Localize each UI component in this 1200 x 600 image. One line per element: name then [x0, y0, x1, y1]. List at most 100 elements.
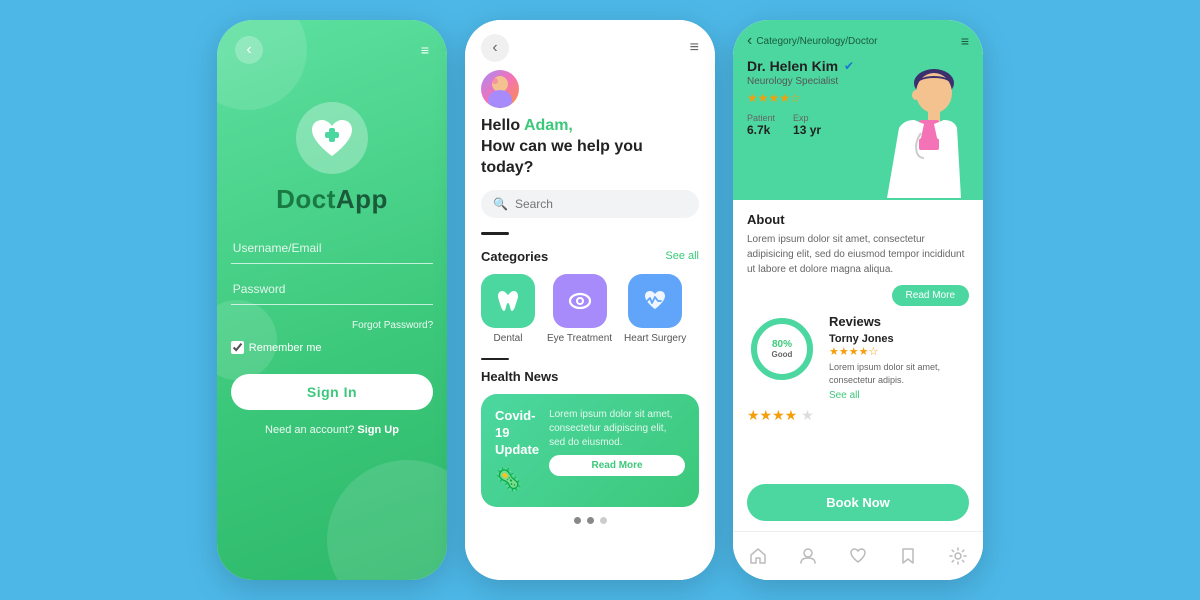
categories-header: Categories See all: [481, 249, 699, 264]
dot-2: [587, 517, 594, 524]
progress-label: Good: [772, 350, 793, 359]
login-screen: ‹ ≡ DoctApp Forgot Password?: [217, 20, 447, 580]
remember-row: Remember me: [231, 341, 433, 354]
categories-title: Categories: [481, 249, 548, 264]
review-text: Lorem ipsum dolor sit amet, consectetur …: [829, 361, 969, 386]
logo-heart: [296, 102, 368, 174]
nav-heart[interactable]: [842, 540, 874, 572]
verified-badge: ✔: [844, 59, 854, 73]
search-input[interactable]: [515, 197, 687, 211]
progress-text: 80% Good: [772, 339, 793, 359]
home-header: ‹ ≡: [465, 20, 715, 70]
greeting-area: Hello Adam, How can we help you today?: [481, 116, 699, 178]
doctor-illustration: [879, 58, 969, 198]
back-button[interactable]: ‹: [235, 36, 263, 64]
search-icon: 🔍: [493, 197, 508, 211]
greeting-sub: How can we help you today?: [481, 138, 643, 176]
bookmark-icon: [899, 547, 917, 565]
book-now-button[interactable]: Book Now: [747, 484, 969, 521]
greeting-prefix: Hello: [481, 117, 524, 134]
dental-icon: [481, 274, 535, 328]
doctor-stats: Patient 6.7k Exp 13 yr: [747, 113, 854, 137]
deco-circle-1: [217, 20, 307, 110]
exp-label: Exp: [793, 113, 821, 123]
password-input[interactable]: [231, 274, 433, 305]
doctor-stars: ★★★★☆: [747, 91, 854, 105]
heart-pulse-icon: [641, 287, 669, 315]
patient-value: 6.7k: [747, 123, 775, 137]
nav-settings[interactable]: [942, 540, 974, 572]
phone-doctor: ‹ Category/Neurology/Doctor ≡ Dr. Helen …: [733, 20, 983, 580]
categories-row: Dental Eye Treatment: [481, 274, 699, 344]
doctor-specialty: Neurology Specialist: [747, 76, 854, 87]
nav-bookmark[interactable]: [892, 540, 924, 572]
health-news-area: Health News: [481, 358, 699, 387]
doctor-name-row: Dr. Helen Kim ✔: [747, 58, 854, 74]
back-button-doctor[interactable]: ‹: [747, 32, 752, 50]
no-account-text: Need an account?: [265, 424, 354, 436]
eye-icon: [553, 274, 607, 328]
menu-button[interactable]: ≡: [421, 42, 429, 58]
doctor-top: ‹ Category/Neurology/Doctor ≡ Dr. Helen …: [733, 20, 983, 200]
bottom-stars: ★★★★ ★: [747, 407, 969, 424]
carousel-dots: [481, 517, 699, 524]
nav-user[interactable]: [792, 540, 824, 572]
reviewer-name: Torny Jones: [829, 333, 969, 345]
reviews-title: Reviews: [829, 314, 969, 329]
reviews-section: 80% Good Reviews Torny Jones ★★★★☆ Lorem…: [747, 314, 969, 401]
reviewer-stars: ★★★★☆: [829, 345, 969, 358]
doctor-body: About Lorem ipsum dolor sit amet, consec…: [733, 200, 983, 474]
dot-3: [600, 517, 607, 524]
username-input[interactable]: [231, 233, 433, 264]
heart-cross-icon: [308, 116, 356, 160]
health-news-title: Health News: [481, 369, 558, 384]
news-divider: [481, 358, 509, 361]
menu-button-doctor[interactable]: ≡: [961, 33, 969, 49]
heart-nav-icon: [849, 547, 867, 565]
forgot-row: Forgot Password?: [231, 315, 433, 333]
remember-checkbox[interactable]: [231, 341, 244, 354]
news-read-more-button[interactable]: Read More: [549, 455, 685, 476]
search-bar[interactable]: 🔍: [481, 190, 699, 218]
home-screen: ‹ ≡ Hello Adam, How can we help you toda…: [465, 20, 715, 580]
exp-stat: Exp 13 yr: [793, 113, 821, 137]
read-more-button[interactable]: Read More: [892, 285, 969, 306]
see-all-reviews-link[interactable]: See all: [829, 390, 969, 401]
signin-button[interactable]: Sign In: [231, 374, 433, 410]
doctor-screen: ‹ Category/Neurology/Doctor ≡ Dr. Helen …: [733, 20, 983, 580]
menu-button-home[interactable]: ≡: [690, 39, 699, 57]
category-dental[interactable]: Dental: [481, 274, 535, 344]
login-form: Forgot Password? Remember me Sign In Nee…: [231, 233, 433, 436]
health-news-card: Covid-19Update 🦠 Lorem ipsum dolor sit a…: [481, 394, 699, 507]
breadcrumb: Category/Neurology/Doctor: [756, 36, 877, 47]
about-title: About: [747, 212, 969, 227]
nav-home[interactable]: [742, 540, 774, 572]
avatar-icon: [481, 70, 519, 108]
remember-label: Remember me: [249, 342, 322, 354]
logo-area: DoctApp: [276, 102, 388, 215]
eye-label: Eye Treatment: [547, 333, 612, 344]
settings-icon: [949, 547, 967, 565]
exp-value: 13 yr: [793, 123, 821, 137]
doctor-avatar: [879, 58, 969, 188]
bottom-star-empty: ★: [801, 407, 814, 424]
category-eye[interactable]: Eye Treatment: [547, 274, 612, 344]
forgot-password-link[interactable]: Forgot Password?: [352, 320, 433, 331]
signup-link-text[interactable]: Sign Up: [357, 424, 399, 436]
phone-home: ‹ ≡ Hello Adam, How can we help you toda…: [465, 20, 715, 580]
virus-icon: 🦠: [495, 467, 539, 493]
reviews-right: Reviews Torny Jones ★★★★☆ Lorem ipsum do…: [829, 314, 969, 401]
progress-circle: 80% Good: [747, 314, 817, 384]
user-avatar: [481, 70, 519, 108]
user-icon: [799, 547, 817, 565]
bottom-nav: [733, 531, 983, 580]
news-left: Covid-19Update 🦠: [495, 408, 539, 493]
signup-row: Need an account? Sign Up: [231, 424, 433, 436]
back-button-home[interactable]: ‹: [481, 34, 509, 62]
doctor-details: Dr. Helen Kim ✔ Neurology Specialist ★★★…: [747, 58, 854, 188]
doctor-info-row: Dr. Helen Kim ✔ Neurology Specialist ★★★…: [747, 58, 969, 188]
greeting-name: Adam,: [524, 117, 573, 134]
categories-see-all[interactable]: See all: [665, 250, 699, 262]
doctor-name: Dr. Helen Kim: [747, 58, 838, 74]
category-heart[interactable]: Heart Surgery: [624, 274, 686, 344]
